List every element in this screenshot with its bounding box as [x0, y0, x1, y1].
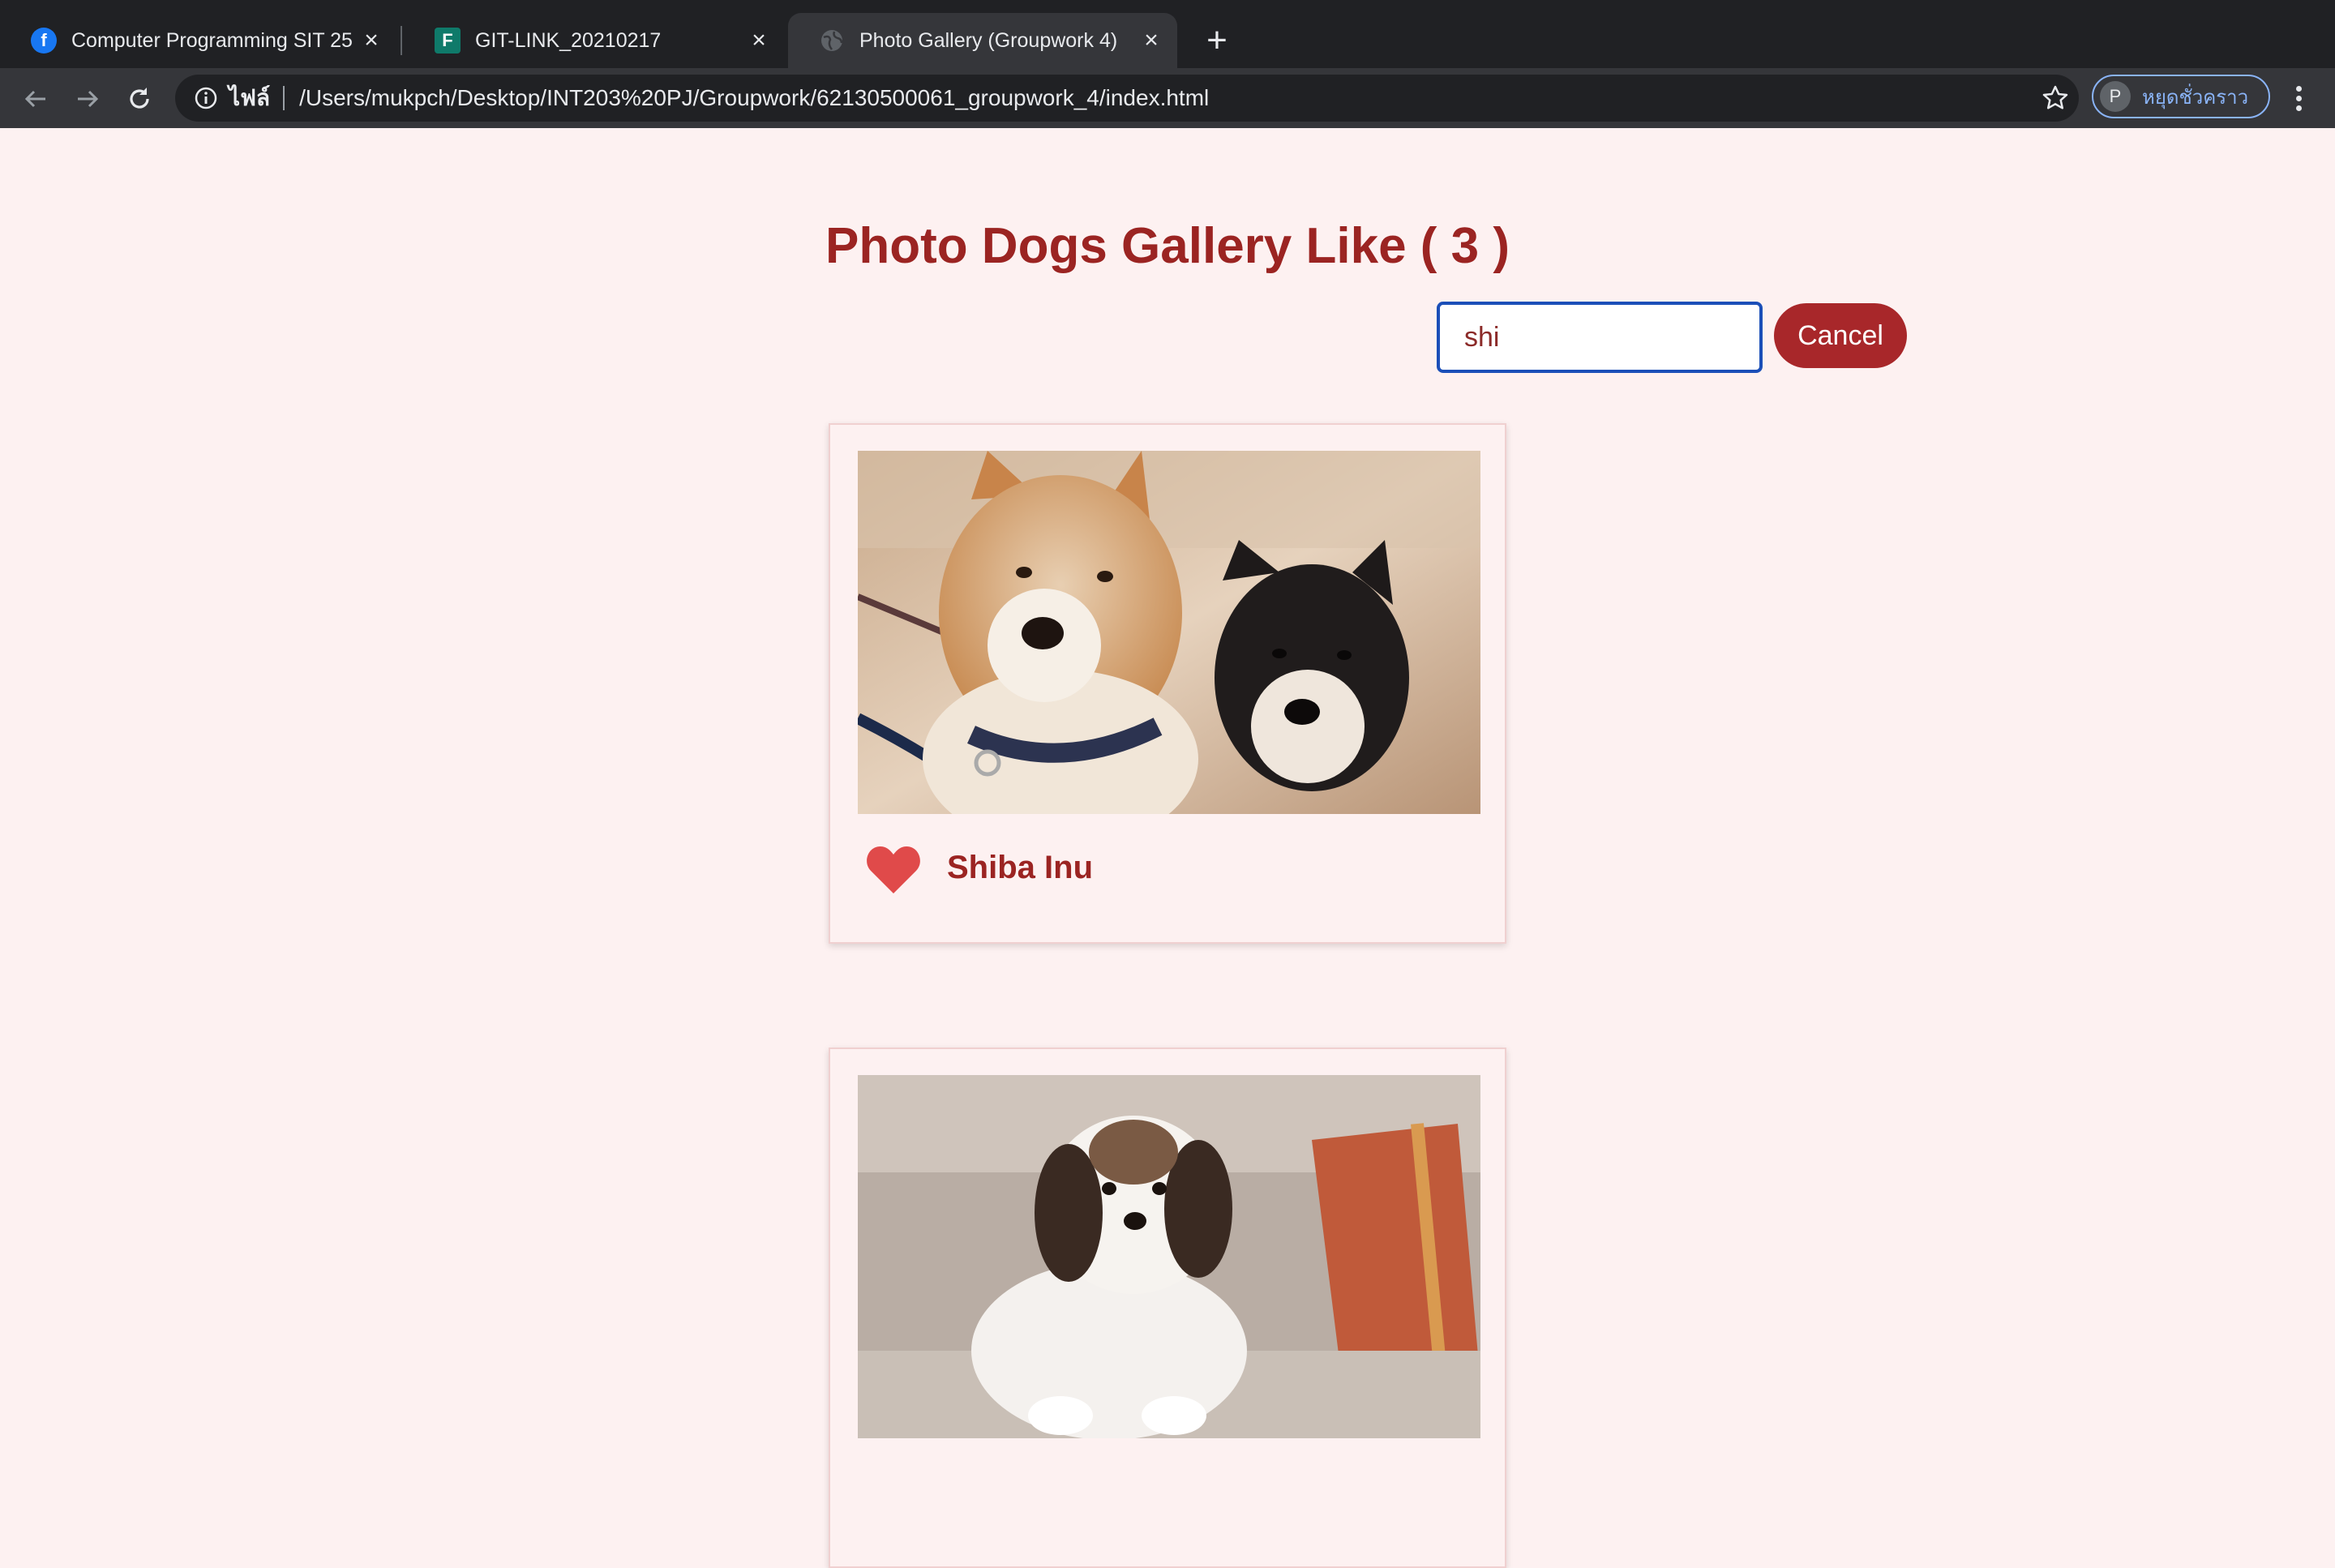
- cancel-button[interactable]: Cancel: [1774, 303, 1907, 368]
- profile-button[interactable]: P หยุดชั่วคราว: [2092, 75, 2270, 118]
- profile-status-label: หยุดชั่วคราว: [2142, 86, 2249, 109]
- back-button[interactable]: [18, 81, 54, 117]
- tab-facebook[interactable]: f Computer Programming SIT 25 ×: [0, 13, 397, 68]
- close-icon[interactable]: ×: [746, 28, 772, 54]
- close-icon[interactable]: ×: [358, 28, 384, 54]
- arrow-left-icon: [24, 90, 45, 108]
- forms-icon: F: [435, 28, 461, 54]
- file-scheme-label: ไฟล์: [229, 85, 271, 110]
- tab-label: Photo Gallery (Groupwork 4): [859, 28, 1118, 52]
- page-title: Photo Dogs Gallery Like ( 3 ): [825, 218, 1510, 274]
- tab-git-link[interactable]: F GIT-LINK_20210217 ×: [404, 13, 785, 68]
- avatar: P: [2100, 81, 2131, 112]
- tab-photo-gallery[interactable]: Photo Gallery (Groupwork 4) ×: [788, 13, 1177, 68]
- browser-tab-strip: f Computer Programming SIT 25 × F GIT-LI…: [0, 0, 2335, 68]
- reload-button[interactable]: [122, 81, 157, 117]
- browser-toolbar: ไฟล์ /Users/mukpch/Desktop/INT203%20PJ/G…: [0, 68, 2335, 128]
- tab-label: Computer Programming SIT 25: [71, 28, 353, 52]
- bookmark-star-icon[interactable]: [2032, 81, 2079, 115]
- close-icon[interactable]: ×: [1138, 28, 1164, 54]
- address-bar[interactable]: ไฟล์ /Users/mukpch/Desktop/INT203%20PJ/G…: [175, 75, 2079, 122]
- dog-photo-shiba-inu: [858, 451, 1480, 814]
- facebook-icon: f: [31, 28, 57, 54]
- dog-photo-shih-tzu: [858, 1075, 1480, 1438]
- reload-icon: [130, 88, 149, 109]
- new-tab-button[interactable]: +: [1198, 23, 1236, 60]
- dog-card: Shiba Inu: [829, 423, 1506, 944]
- url-text[interactable]: /Users/mukpch/Desktop/INT203%20PJ/Groupw…: [299, 85, 1209, 111]
- heart-icon[interactable]: [866, 845, 921, 895]
- globe-icon: [819, 28, 845, 54]
- tab-divider: [401, 26, 402, 55]
- dog-name: Shiba Inu: [947, 850, 1093, 885]
- arrow-right-icon: [78, 90, 99, 108]
- more-menu-icon[interactable]: [2286, 79, 2311, 117]
- info-icon[interactable]: [193, 85, 219, 111]
- dog-card: [829, 1047, 1506, 1568]
- forward-button[interactable]: [70, 81, 105, 117]
- search-input[interactable]: [1437, 302, 1763, 373]
- omnibox-divider: [283, 86, 285, 110]
- tab-label: GIT-LINK_20210217: [475, 28, 662, 52]
